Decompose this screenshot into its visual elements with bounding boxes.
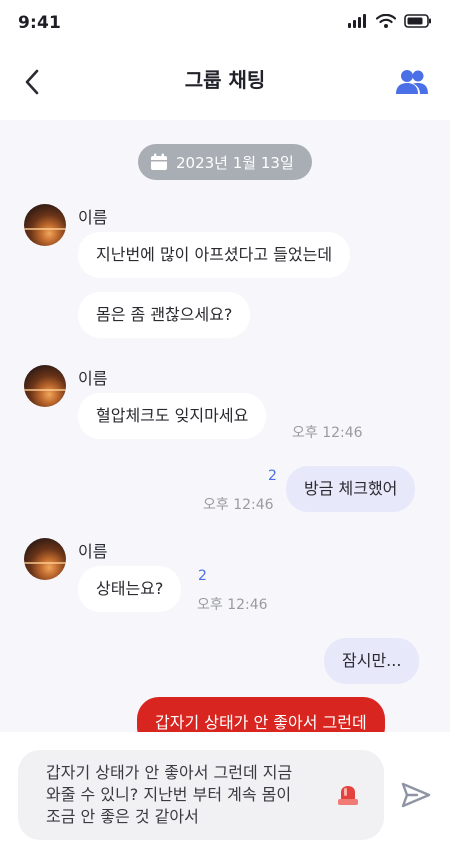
message-bubble[interactable]: 지난번에 많이 아프셨다고 들었는데 — [78, 232, 351, 278]
my-message-bubble[interactable]: 방금 체크했어 — [286, 466, 416, 512]
unread-count: 2 — [198, 568, 207, 584]
avatar[interactable] — [24, 204, 66, 246]
send-icon — [401, 782, 431, 808]
unread-count: 2 — [268, 468, 277, 484]
message-time: 오후 12:46 — [203, 497, 274, 513]
avatar[interactable] — [24, 538, 66, 580]
signal-icon — [348, 14, 366, 28]
group-members-button[interactable] — [392, 62, 432, 102]
message-input-text[interactable]: 갑자기 상태가 안 좋아서 그런데 지금 와줄 수 있니? 지난번 부터 계속 … — [46, 762, 308, 828]
my-message-bubble[interactable]: 잠시만... — [324, 638, 420, 684]
message-bubble[interactable]: 상태는요? — [78, 566, 182, 612]
send-button[interactable] — [399, 778, 433, 812]
sender-name: 이름 — [78, 542, 108, 561]
date-divider: 2023년 1월 13일 — [138, 144, 312, 180]
emergency-message-bubble[interactable]: 갑자기 상태가 안 좋아서 그런데 — [137, 697, 385, 732]
message-bubble[interactable]: 혈압체크도 잊지마세요 — [78, 393, 267, 439]
message-time: 오후 12:46 — [197, 597, 268, 613]
siren-icon[interactable] — [336, 778, 360, 808]
sender-name: 이름 — [78, 369, 108, 388]
sender-name: 이름 — [78, 208, 108, 227]
date-label: 2023년 1월 13일 — [176, 153, 294, 172]
chat-area[interactable]: 2023년 1월 13일 이름 지난번에 많이 아프셨다고 들었는데 몸은 좀 … — [0, 120, 450, 732]
message-input[interactable]: 갑자기 상태가 안 좋아서 그런데 지금 와줄 수 있니? 지난번 부터 계속 … — [18, 750, 384, 840]
calendar-icon — [151, 153, 167, 170]
group-icon — [396, 70, 428, 94]
message-bubble[interactable]: 몸은 좀 괜찮으세요? — [78, 292, 251, 338]
status-bar: 9:41 — [0, 0, 450, 48]
wifi-icon — [376, 14, 396, 28]
status-icons — [348, 14, 432, 28]
page-title: 그룹 채팅 — [184, 68, 266, 92]
message-composer: 갑자기 상태가 안 좋아서 그런데 지금 와줄 수 있니? 지난번 부터 계속 … — [0, 732, 450, 858]
avatar[interactable] — [24, 365, 66, 407]
battery-icon — [404, 14, 431, 28]
chat-header: 그룹 채팅 — [0, 48, 450, 120]
message-time: 오후 12:46 — [292, 425, 363, 441]
status-time: 9:41 — [18, 13, 62, 33]
